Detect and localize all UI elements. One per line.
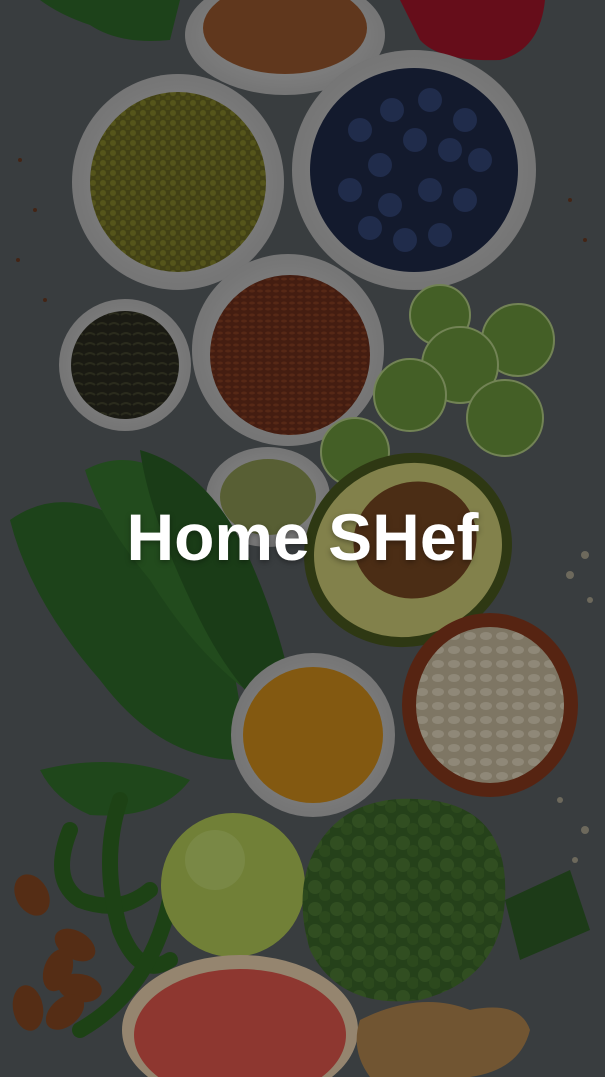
app-title: Home SHef [126, 500, 479, 574]
splash-screen: Home SHef [0, 0, 605, 1077]
